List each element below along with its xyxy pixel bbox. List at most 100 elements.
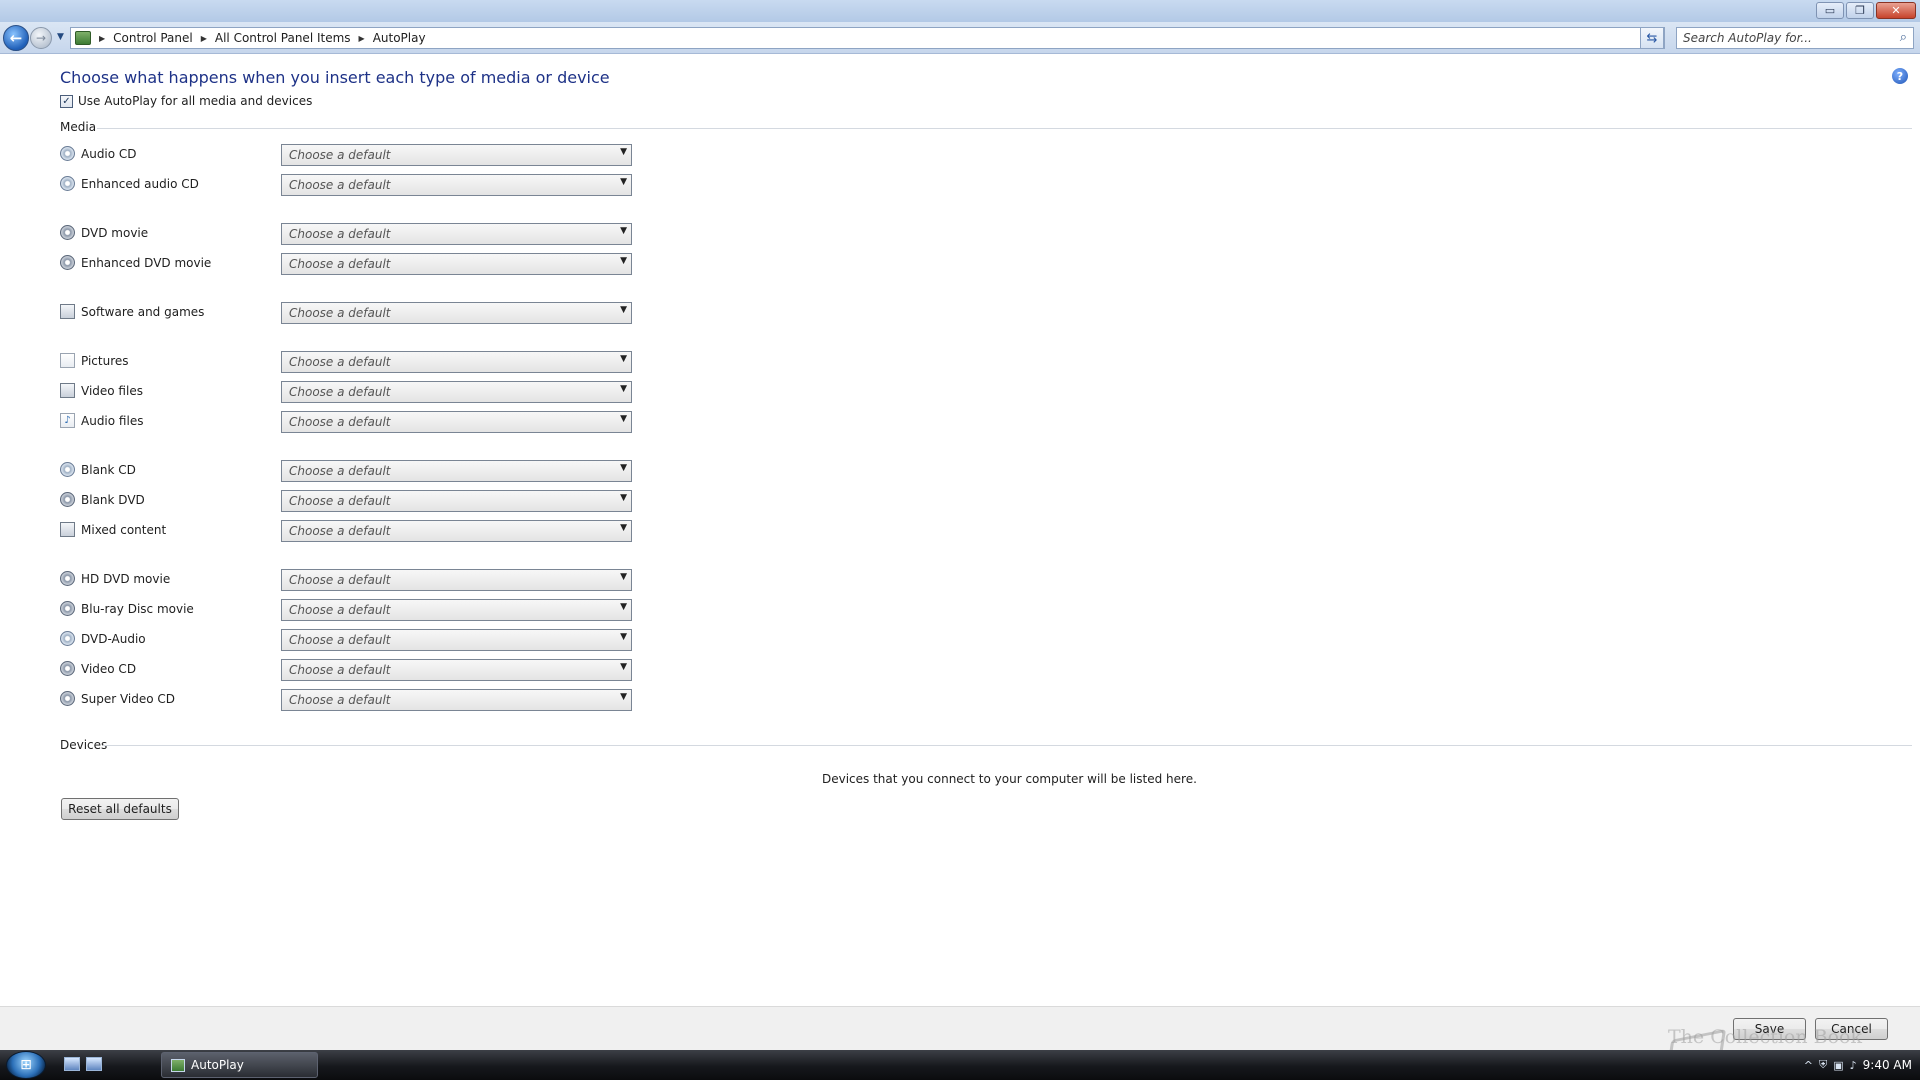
chevron-down-icon[interactable]: ▼ (620, 354, 627, 364)
chevron-down-icon[interactable]: ▼ (620, 256, 627, 266)
refresh-button[interactable]: ⇆ (1640, 27, 1664, 49)
media-row: Super Video CD Choose a default ▼ (60, 689, 632, 713)
help-icon[interactable]: ? (1892, 68, 1908, 84)
checkbox-checked-icon[interactable]: ✓ (60, 94, 73, 108)
cd-icon (60, 146, 75, 161)
window-titlebar: ▭ ❐ ✕ (0, 0, 1920, 22)
media-label: DVD movie (81, 226, 149, 240)
media-row: Enhanced audio CD Choose a default ▼ (60, 174, 632, 198)
chevron-down-icon[interactable]: ▼ (620, 177, 627, 187)
media-row: Audio CD Choose a default ▼ (60, 144, 632, 168)
breadcrumb[interactable]: ▶ Control Panel ▶ All Control Panel Item… (70, 27, 1665, 49)
default-action-dropdown[interactable]: Choose a default ▼ (281, 351, 632, 373)
refresh-icon: ⇆ (1646, 30, 1658, 46)
chevron-down-icon[interactable]: ▼ (620, 463, 627, 473)
chevron-down-icon[interactable]: ▼ (620, 523, 627, 533)
back-button[interactable]: ← (3, 25, 29, 51)
breadcrumb-separator-icon[interactable]: ▶ (359, 34, 365, 43)
chevron-down-icon[interactable]: ▼ (620, 305, 627, 315)
breadcrumb-all-items[interactable]: All Control Panel Items (215, 31, 351, 45)
media-label: Super Video CD (81, 692, 176, 706)
chevron-down-icon[interactable]: ▼ (620, 226, 627, 236)
start-button[interactable]: ⊞ (6, 1051, 46, 1079)
software-icon (60, 304, 75, 319)
chevron-down-icon[interactable]: ▼ (620, 662, 627, 672)
breadcrumb-control-panel[interactable]: Control Panel (113, 31, 193, 45)
use-autoplay-checkbox[interactable]: ✓ Use AutoPlay for all media and devices (60, 94, 312, 108)
dropdown-value: Choose a default (289, 633, 391, 647)
default-action-dropdown[interactable]: Choose a default ▼ (281, 569, 632, 591)
breadcrumb-separator-icon[interactable]: ▶ (201, 34, 207, 43)
chevron-down-icon[interactable]: ▼ (620, 147, 627, 157)
default-action-dropdown[interactable]: Choose a default ▼ (281, 253, 632, 275)
control-panel-icon (75, 31, 91, 45)
media-row: Video CD Choose a default ▼ (60, 659, 632, 683)
close-button[interactable]: ✕ (1876, 2, 1916, 19)
default-action-dropdown[interactable]: Choose a default ▼ (281, 659, 632, 681)
show-desktop-icon[interactable] (64, 1057, 80, 1071)
chevron-down-icon[interactable]: ▼ (620, 692, 627, 702)
media-label: Enhanced DVD movie (81, 256, 212, 270)
media-label: Pictures (81, 354, 129, 368)
media-label: Video CD (81, 662, 137, 676)
default-action-dropdown[interactable]: Choose a default ▼ (281, 223, 632, 245)
volume-icon[interactable]: ♪ (1850, 1059, 1857, 1072)
default-action-dropdown[interactable]: Choose a default ▼ (281, 411, 632, 433)
use-autoplay-label: Use AutoPlay for all media and devices (78, 94, 313, 108)
media-label: Blu-ray Disc movie (81, 602, 194, 616)
dvd-icon (60, 691, 75, 706)
forward-arrow-icon: → (35, 31, 47, 45)
forward-button[interactable]: → (30, 27, 52, 49)
media-label: Mixed content (81, 523, 167, 537)
default-action-dropdown[interactable]: Choose a default ▼ (281, 490, 632, 512)
default-action-dropdown[interactable]: Choose a default ▼ (281, 174, 632, 196)
media-heading: Media (60, 120, 97, 134)
back-arrow-icon: ← (9, 29, 23, 47)
chevron-down-icon[interactable]: ▼ (620, 632, 627, 642)
window-controls: ▭ ❐ ✕ (1816, 2, 1916, 19)
chevron-down-icon[interactable]: ▼ (620, 572, 627, 582)
video-file-icon (60, 383, 75, 398)
default-action-dropdown[interactable]: Choose a default ▼ (281, 144, 632, 166)
pictures-icon (60, 353, 75, 368)
default-action-dropdown[interactable]: Choose a default ▼ (281, 520, 632, 542)
default-action-dropdown[interactable]: Choose a default ▼ (281, 689, 632, 711)
default-action-dropdown[interactable]: Choose a default ▼ (281, 381, 632, 403)
chevron-down-icon[interactable]: ▼ (620, 602, 627, 612)
media-label: Video files (81, 384, 143, 398)
dialog-footer: Save Cancel (0, 1006, 1920, 1050)
search-icon[interactable]: ⌕ (1900, 30, 1907, 45)
security-shield-icon[interactable]: ⛨ (1819, 1058, 1827, 1072)
media-row: Software and games Choose a default ▼ (60, 302, 632, 326)
dropdown-value: Choose a default (289, 603, 391, 617)
default-action-dropdown[interactable]: Choose a default ▼ (281, 460, 632, 482)
default-action-dropdown[interactable]: Choose a default ▼ (281, 629, 632, 651)
tray-expand-icon[interactable]: ^ (1804, 1059, 1813, 1072)
default-action-dropdown[interactable]: Choose a default ▼ (281, 302, 632, 324)
search-input[interactable]: Search AutoPlay for... ⌕ (1676, 27, 1914, 49)
taskbar-autoplay-label: AutoPlay (191, 1058, 244, 1072)
dropdown-value: Choose a default (289, 663, 391, 677)
maximize-button[interactable]: ❐ (1846, 2, 1874, 19)
system-tray: ^ ⛨ ▣ ♪ 9:40 AM (1804, 1050, 1912, 1080)
breadcrumb-separator-icon[interactable]: ▶ (99, 34, 105, 43)
chevron-down-icon[interactable]: ▼ (620, 414, 627, 424)
network-icon[interactable]: ▣ (1833, 1059, 1843, 1072)
reset-all-defaults-button[interactable]: Reset all defaults (61, 798, 179, 820)
taskbar: ⊞ AutoPlay ^ ⛨ ▣ ♪ 9:40 AM (0, 1050, 1920, 1080)
dropdown-value: Choose a default (289, 693, 391, 707)
recent-pages-dropdown-icon[interactable]: ▼ (57, 32, 64, 42)
chevron-down-icon[interactable]: ▼ (620, 493, 627, 503)
minimize-button[interactable]: ▭ (1816, 2, 1844, 19)
breadcrumb-autoplay[interactable]: AutoPlay (373, 31, 426, 45)
main-content: ? Choose what happens when you insert ea… (0, 54, 1920, 1006)
chevron-down-icon[interactable]: ▼ (620, 384, 627, 394)
media-row: ♪ Audio files Choose a default ▼ (60, 411, 632, 435)
cd-icon (60, 631, 75, 646)
default-action-dropdown[interactable]: Choose a default ▼ (281, 599, 632, 621)
switch-windows-icon[interactable] (86, 1057, 102, 1071)
taskbar-autoplay-button[interactable]: AutoPlay (161, 1052, 318, 1078)
clock[interactable]: 9:40 AM (1863, 1058, 1912, 1072)
dropdown-value: Choose a default (289, 524, 391, 538)
media-row: Blank CD Choose a default ▼ (60, 460, 632, 484)
